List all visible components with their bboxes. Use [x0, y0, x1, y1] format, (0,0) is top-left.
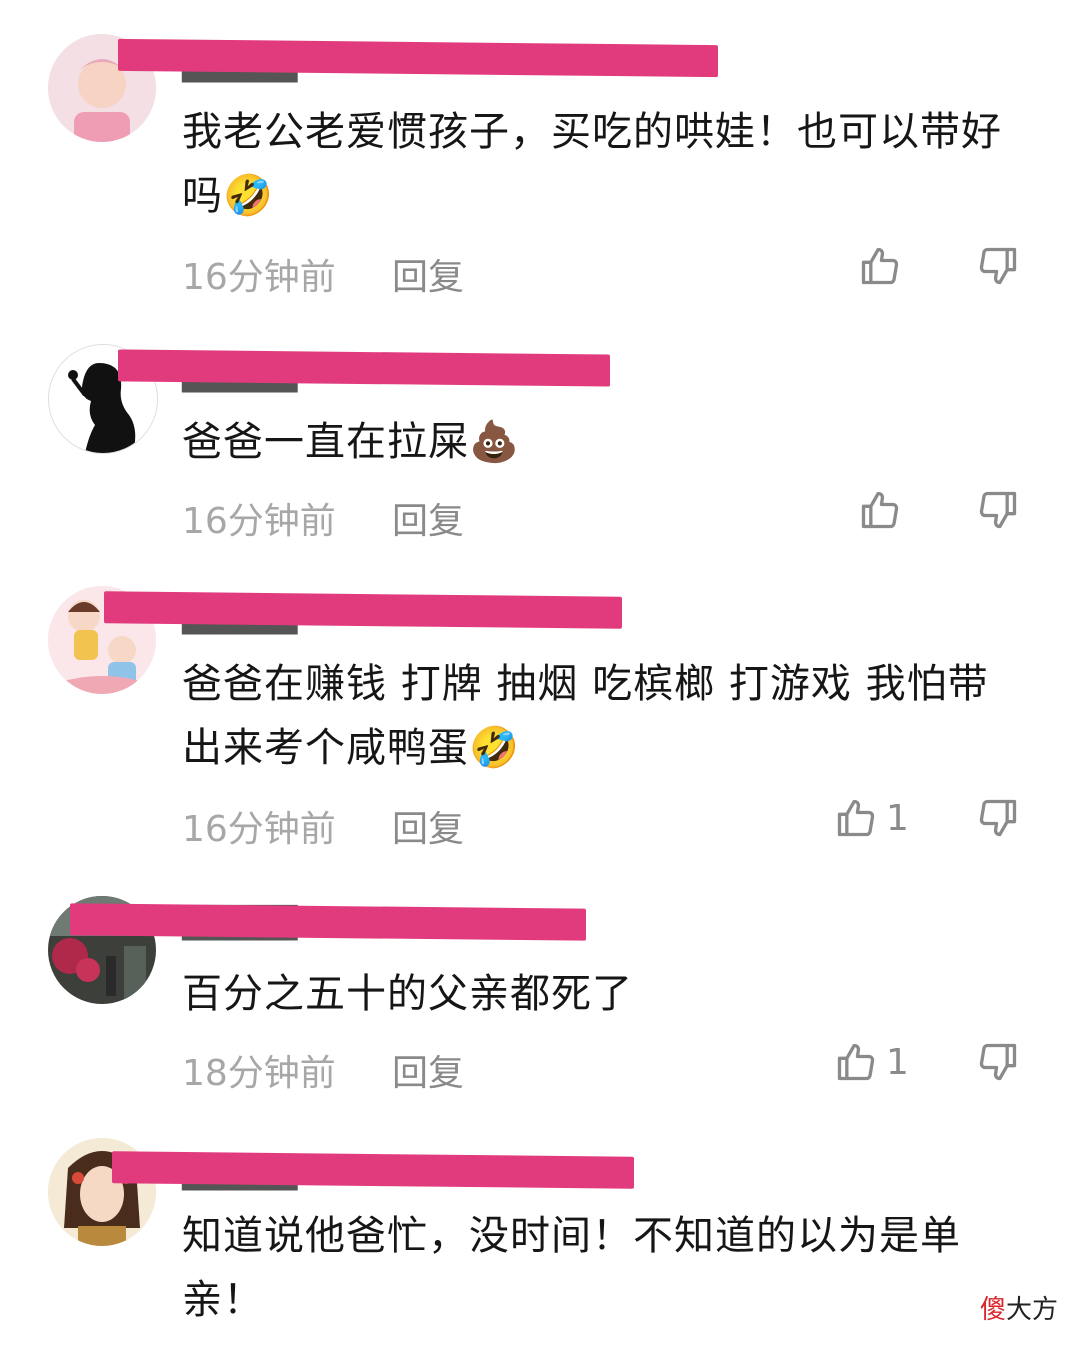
dislike-button[interactable] — [976, 796, 1020, 840]
comment-text: 爸爸在赚钱 打牌 抽烟 吃槟榔 打游戏 我怕带出来考个咸鸭蛋🤣 — [182, 652, 1012, 780]
thumbs-up-icon — [861, 247, 899, 285]
comment-text: 我老公老爱惯孩子，买吃的哄娃！也可以带好吗🤣 — [182, 100, 1012, 228]
reply-button[interactable]: 回复 — [392, 1044, 464, 1096]
thumbs-up-icon — [837, 1043, 875, 1081]
thumbs-down-icon — [979, 491, 1017, 529]
reply-button[interactable]: 回复 — [392, 248, 464, 300]
reply-button[interactable]: 回复 — [392, 800, 464, 852]
thumbs-up-icon — [861, 491, 899, 529]
watermark-first-char: 傻 — [979, 1295, 1006, 1325]
emoji: 🤣 — [223, 173, 274, 219]
reply-button[interactable]: 回复 — [392, 492, 464, 544]
dislike-button[interactable] — [976, 1040, 1020, 1084]
emoji: 💩 — [469, 419, 520, 465]
comment-body: 知道说他爸忙，没时间！不知道的以为是单亲！ — [182, 1213, 961, 1323]
comment-text: 百分之五十的父亲都死了 — [182, 962, 1012, 1026]
redaction-bar — [70, 903, 586, 941]
comment-meta: 16分钟前 回复 — [182, 492, 464, 544]
timestamp: 16分钟前 — [182, 501, 336, 542]
comment-body: 百分之五十的父亲都死了 — [182, 971, 633, 1017]
like-button[interactable]: 1 — [834, 1040, 909, 1084]
comment-body: 爸爸一直在拉屎 — [182, 419, 469, 465]
dislike-button[interactable] — [976, 488, 1020, 532]
thumbs-down-icon — [979, 247, 1017, 285]
comment-meta: 18分钟前 回复 — [182, 1044, 464, 1096]
redaction-bar — [118, 38, 718, 78]
thumbs-down-icon — [979, 799, 1017, 837]
thumbs-up-icon — [837, 799, 875, 837]
thumbs-down-icon — [979, 1043, 1017, 1081]
emoji: 🤣 — [469, 725, 520, 771]
timestamp: 18分钟前 — [182, 1053, 336, 1094]
redaction-bar — [104, 591, 622, 629]
timestamp: 16分钟前 — [182, 809, 336, 850]
watermark: 傻大方 — [980, 1289, 1058, 1326]
like-count: 1 — [886, 1041, 909, 1083]
redaction-bar — [118, 349, 610, 387]
watermark-rest: 大方 — [1005, 1295, 1058, 1325]
redaction-bar — [112, 1151, 634, 1189]
like-button[interactable] — [858, 244, 910, 288]
comment-body: 爸爸在赚钱 打牌 抽烟 吃槟榔 打游戏 我怕带出来考个咸鸭蛋 — [182, 661, 989, 771]
comment-text: 知道说他爸忙，没时间！不知道的以为是单亲！ — [182, 1204, 1012, 1332]
like-button[interactable]: 1 — [834, 796, 909, 840]
comment-meta: 16分钟前 回复 — [182, 248, 464, 300]
timestamp: 16分钟前 — [182, 257, 336, 298]
comment-body: 我老公老爱惯孩子，买吃的哄娃！也可以带好吗 — [182, 109, 1002, 219]
like-button[interactable] — [858, 488, 910, 532]
like-count: 1 — [886, 797, 909, 839]
dislike-button[interactable] — [976, 244, 1020, 288]
comment-meta: 16分钟前 回复 — [182, 800, 464, 852]
comment-text: 爸爸一直在拉屎💩 — [182, 410, 1012, 474]
